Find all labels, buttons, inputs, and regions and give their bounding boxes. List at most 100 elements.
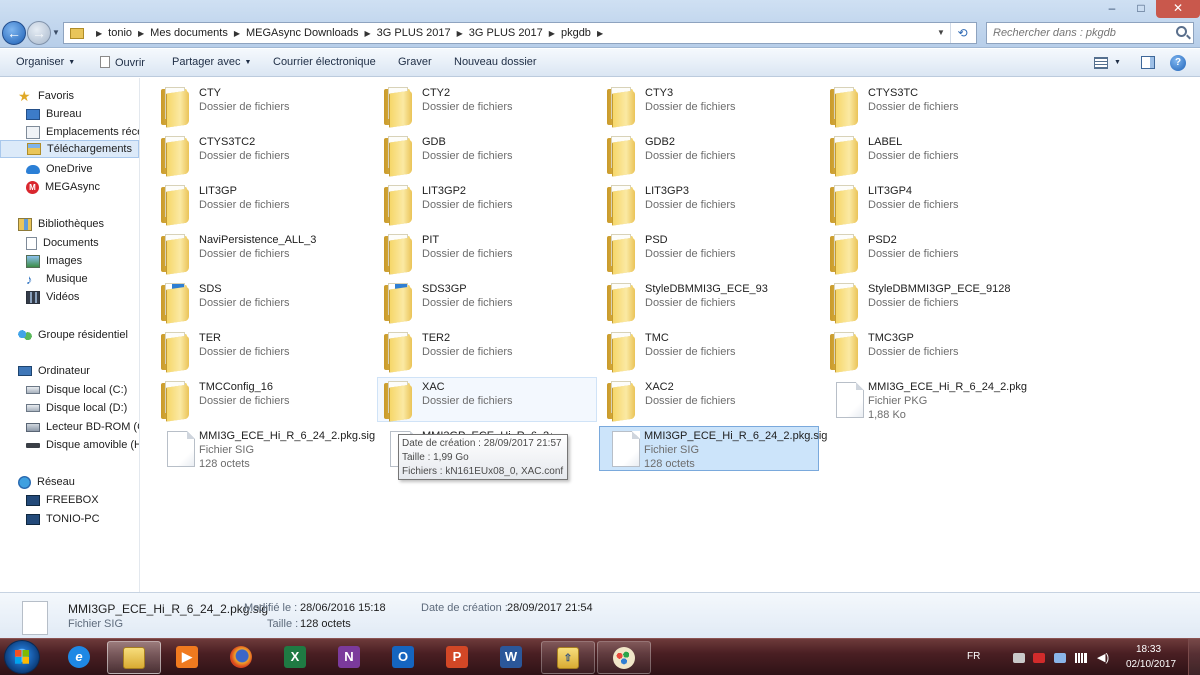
start-button[interactable] [4,640,40,674]
taskbar-outlook[interactable]: O [377,641,431,674]
nav-favorites[interactable]: ★ Favoris [18,87,74,105]
folder-item[interactable]: TMC3GP Dossier de fichiers [824,329,1044,374]
nav-tonio-pc[interactable]: TONIO-PC [26,510,100,528]
preview-pane-icon[interactable] [1141,56,1155,69]
breadcrumb-item-3g-plus-2017[interactable]: 3G PLUS 2017 [377,27,451,39]
taskbar-powerpoint[interactable]: P [431,641,485,674]
taskbar-media-player[interactable]: ▶ [161,641,215,674]
breadcrumb-item-tonio[interactable]: tonio [108,27,132,39]
nav-disk-d[interactable]: Disque local (D:) [26,399,127,417]
organize-button[interactable]: Organiser ▼ [16,56,75,68]
minimize-button[interactable]: – [1098,0,1126,18]
nav-desktop[interactable]: Bureau [26,105,81,123]
recent-pages-dropdown[interactable]: ▼ [52,28,60,37]
breadcrumb-item-pkgdb[interactable]: pkgdb [561,27,591,39]
nav-videos[interactable]: Vidéos [26,288,79,306]
nav-onedrive[interactable]: OneDrive [26,160,92,178]
clock-time[interactable]: 18:33 [1136,644,1161,655]
search-icon[interactable] [1176,26,1187,37]
folder-item[interactable]: CTY2 Dossier de fichiers [378,84,598,129]
nav-megasync[interactable]: M MEGAsync [26,178,100,196]
folder-item[interactable]: GDB Dossier de fichiers [378,133,598,178]
nav-downloads[interactable]: Téléchargements [0,140,139,158]
language-indicator[interactable]: FR [967,651,980,662]
folder-item[interactable]: XAC2 Dossier de fichiers [601,378,821,423]
folder-item[interactable]: CTYS3TC2 Dossier de fichiers [155,133,375,178]
show-desktop-button[interactable] [1188,639,1200,675]
nav-removable-disk[interactable]: Disque amovible (H:) [26,436,139,454]
chevron-right-icon[interactable]: ▶ [549,29,555,38]
clock-date[interactable]: 02/10/2017 [1126,659,1176,670]
nav-freebox[interactable]: FREEBOX [26,491,99,509]
chevron-right-icon[interactable]: ▶ [457,29,463,38]
breadcrumb-item-megasync-downloads[interactable]: MEGAsync Downloads [246,27,359,39]
chevron-right-icon[interactable]: ▶ [597,29,603,38]
address-bar[interactable]: ▶ tonio ▶ Mes documents ▶ MEGAsync Downl… [63,22,977,44]
email-button[interactable]: Courrier électronique [273,56,376,68]
folder-item[interactable]: LIT3GP2 Dossier de fichiers [378,182,598,227]
maximize-button[interactable]: □ [1127,0,1155,18]
folder-item[interactable]: NaviPersistence_ALL_3 Dossier de fichier… [155,231,375,276]
file-item-selected[interactable]: MMI3GP_ECE_Hi_R_6_24_2.pkg.sig Fichier S… [599,426,827,471]
nav-computer[interactable]: Ordinateur [18,362,90,380]
taskbar-word[interactable]: W [485,641,539,674]
folder-item[interactable]: LABEL Dossier de fichiers [824,133,1044,178]
folder-item[interactable]: TER2 Dossier de fichiers [378,329,598,374]
burn-button[interactable]: Graver [398,56,432,68]
folder-item[interactable]: CTY Dossier de fichiers [155,84,375,129]
nav-libraries[interactable]: Bibliothèques [18,215,104,233]
help-icon[interactable]: ? [1170,55,1186,71]
breadcrumb-item-3g-plus-2017-sub[interactable]: 3G PLUS 2017 [469,27,543,39]
folder-item[interactable]: TMC Dossier de fichiers [601,329,821,374]
file-item[interactable]: MMI3G_ECE_Hi_R_6_24_2.pkg Fichier PKG 1,… [824,378,1044,423]
nav-music[interactable]: ♪ Musique [26,270,88,288]
nav-network[interactable]: Réseau [18,473,75,491]
tray-error-icon[interactable] [1033,653,1045,663]
folder-item[interactable]: TMCConfig_16 Dossier de fichiers [155,378,375,423]
taskbar-paint[interactable] [597,641,651,674]
file-item[interactable]: MMI3G_ECE_Hi_R_6_24_2.pkg.sig Fichier SI… [155,427,375,472]
chevron-right-icon[interactable]: ▶ [96,29,102,38]
forward-button[interactable]: → [27,21,51,45]
folder-item[interactable]: LIT3GP Dossier de fichiers [155,182,375,227]
chevron-right-icon[interactable]: ▶ [234,29,240,38]
tray-network-icon[interactable] [1013,653,1025,663]
nav-homegroup[interactable]: Groupe résidentiel [18,326,128,344]
folder-item[interactable]: StyleDBMMI3G_ECE_93 Dossier de fichiers [601,280,821,325]
folder-item[interactable]: LIT3GP4 Dossier de fichiers [824,182,1044,227]
view-options-dropdown[interactable]: ▼ [1114,59,1121,66]
folder-item[interactable]: XAC Dossier de fichiers [377,377,597,422]
taskbar-onenote[interactable]: N [323,641,377,674]
taskbar-usb-explorer[interactable]: ⇧ [541,641,595,674]
taskbar-firefox[interactable] [215,641,269,674]
folder-item[interactable]: StyleDBMMI3GP_ECE_9128 Dossier de fichie… [824,280,1044,325]
breadcrumb-item-mes-documents[interactable]: Mes documents [150,27,228,39]
taskbar-explorer[interactable] [107,641,161,674]
signal-bars-icon[interactable] [1075,653,1087,663]
folder-item[interactable]: PSD Dossier de fichiers [601,231,821,276]
folder-item[interactable]: PIT Dossier de fichiers [378,231,598,276]
back-button[interactable]: ← [2,21,26,45]
share-button[interactable]: Partager avec ▼ [172,56,251,68]
folder-item[interactable]: CTYS3TC Dossier de fichiers [824,84,1044,129]
nav-disk-c[interactable]: Disque local (C:) [26,381,127,399]
taskbar-ie[interactable]: e [53,641,107,674]
folder-item[interactable]: LIT3GP3 Dossier de fichiers [601,182,821,227]
nav-documents[interactable]: Documents [26,234,99,252]
nav-bd-rom[interactable]: Lecteur BD-ROM (G:) [26,418,139,436]
address-history-dropdown[interactable]: ▼ [934,23,948,43]
chevron-right-icon[interactable]: ▶ [364,29,370,38]
search-input[interactable] [987,23,1167,43]
taskbar-excel[interactable]: X [269,641,323,674]
close-button[interactable]: ✕ [1156,0,1200,18]
volume-icon[interactable]: ◀) [1097,653,1109,664]
open-button[interactable]: Ouvrir [100,56,145,69]
tray-update-icon[interactable] [1054,653,1066,663]
new-folder-button[interactable]: Nouveau dossier [454,56,537,68]
folder-item[interactable]: GDB2 Dossier de fichiers [601,133,821,178]
change-view-icon[interactable] [1094,57,1108,69]
nav-recent-places[interactable]: Emplacements récents [26,123,139,141]
refresh-button[interactable]: ⟲ [950,23,974,43]
folder-item[interactable]: TER Dossier de fichiers [155,329,375,374]
folder-item[interactable]: SDS3GP Dossier de fichiers [378,280,598,325]
